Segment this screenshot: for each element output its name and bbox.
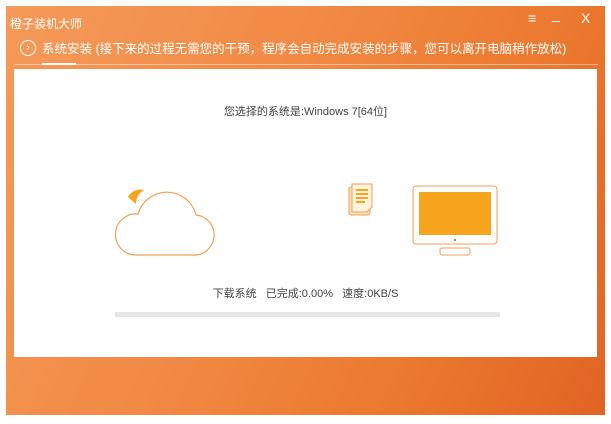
monitor-icon [412, 185, 498, 256]
installer-window: 橙子装机大师 ≡ _ X › 系统安装 (接下来的过程无需您的干预，程序会自动完… [6, 6, 605, 415]
app-title: 橙子装机大师 [10, 17, 83, 31]
menu-button[interactable]: ≡ [528, 10, 536, 26]
document-icon [348, 183, 373, 216]
close-button[interactable]: X [581, 10, 590, 26]
selected-system-text: 您选择的系统是:Windows 7[64位] [223, 106, 388, 118]
progress-bar [115, 312, 500, 317]
content-panel: 您选择的系统是:Windows 7[64位] 下载系统 已完成:0.00% 速度… [14, 69, 597, 357]
minimize-button[interactable]: _ [552, 6, 560, 22]
status-progress: 已完成:0.00% [265, 288, 333, 300]
step-header: › 系统安装 (接下来的过程无需您的干预，程序会自动完成安装的步骤，您可以离开电… [20, 38, 566, 57]
step-indicator [42, 63, 76, 65]
status-action: 下载系统 [212, 288, 257, 300]
status-speed: 速度:0KB/S [342, 288, 399, 300]
chevron-right-icon: › [20, 39, 36, 56]
divider [14, 64, 598, 65]
step-label: 系统安装 (接下来的过程无需您的干预，程序会自动完成安装的步骤，您可以离开电脑稍… [42, 42, 567, 56]
cloud-icon [114, 189, 215, 256]
download-status: 下载系统 已完成:0.00% 速度:0KB/S [14, 285, 597, 301]
